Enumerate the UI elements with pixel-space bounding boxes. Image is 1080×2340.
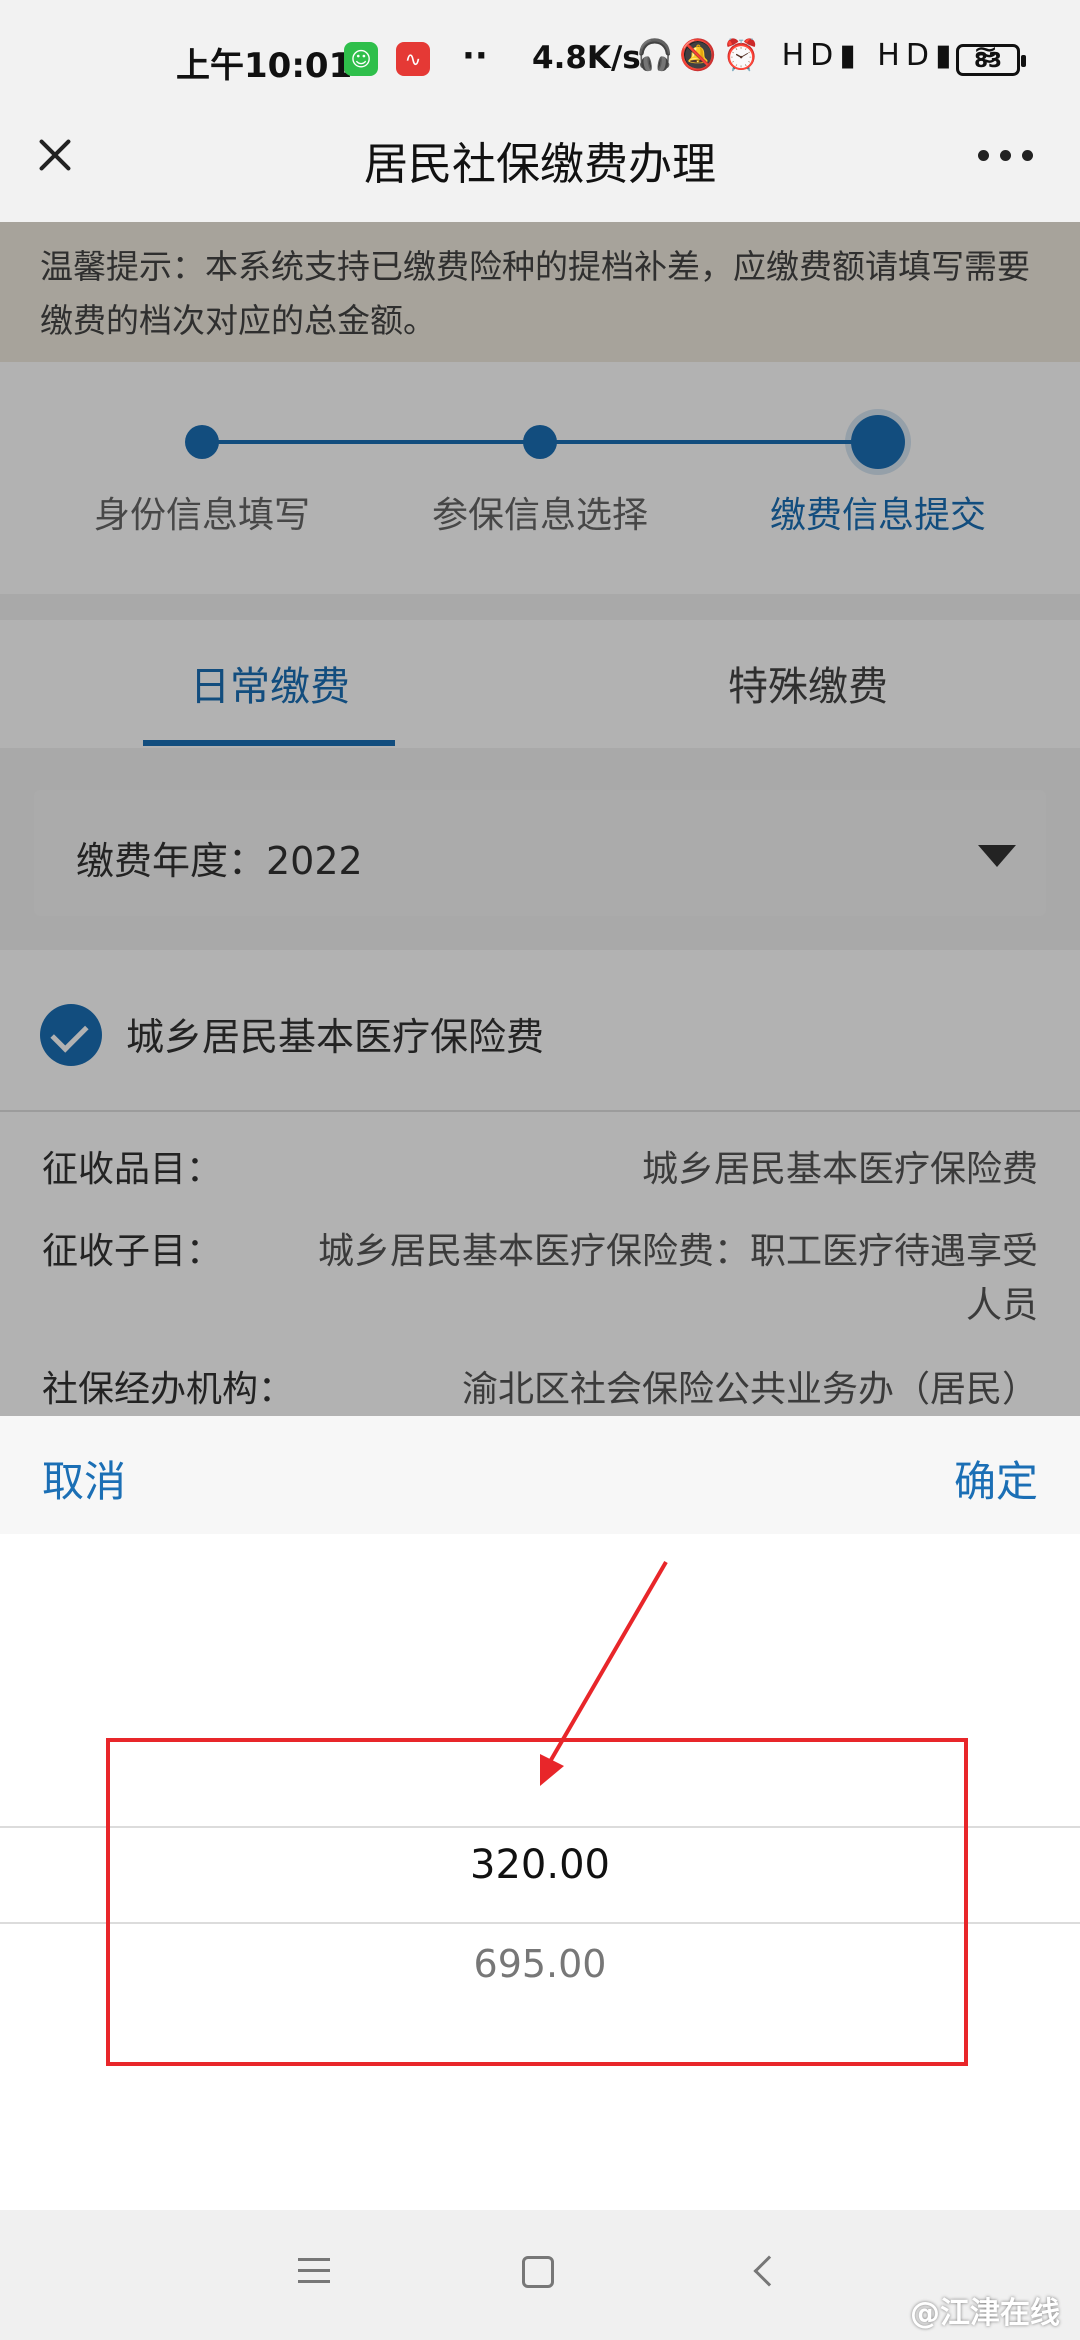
confirm-button[interactable]: 确定 [954, 1448, 1038, 1509]
page-title: 居民社保缴费办理 [364, 139, 716, 190]
more-notifications-indicator: ·· [462, 36, 488, 76]
network-speed: 4.8K/s [532, 40, 641, 76]
more-options-icon[interactable] [978, 150, 1034, 162]
cancel-button[interactable]: 取消 [42, 1448, 126, 1509]
home-icon[interactable] [522, 2256, 554, 2288]
annotation-arrow [540, 1560, 668, 1786]
status-time: 上午10:01 [176, 46, 353, 86]
menu-icon[interactable] [298, 2258, 330, 2284]
battery-icon: 83 [956, 44, 1026, 76]
wechat-notification-icon: ☺ [344, 42, 378, 76]
modal-backdrop[interactable] [0, 222, 1080, 1416]
watermark: @江津在线 [910, 2296, 1060, 2331]
picker-header [0, 1416, 1080, 1534]
app-notification-icon: ∿ [396, 42, 430, 76]
status-icons: 🎧🔕⏰ HD▮ HD▮ ≋ [636, 38, 1005, 73]
